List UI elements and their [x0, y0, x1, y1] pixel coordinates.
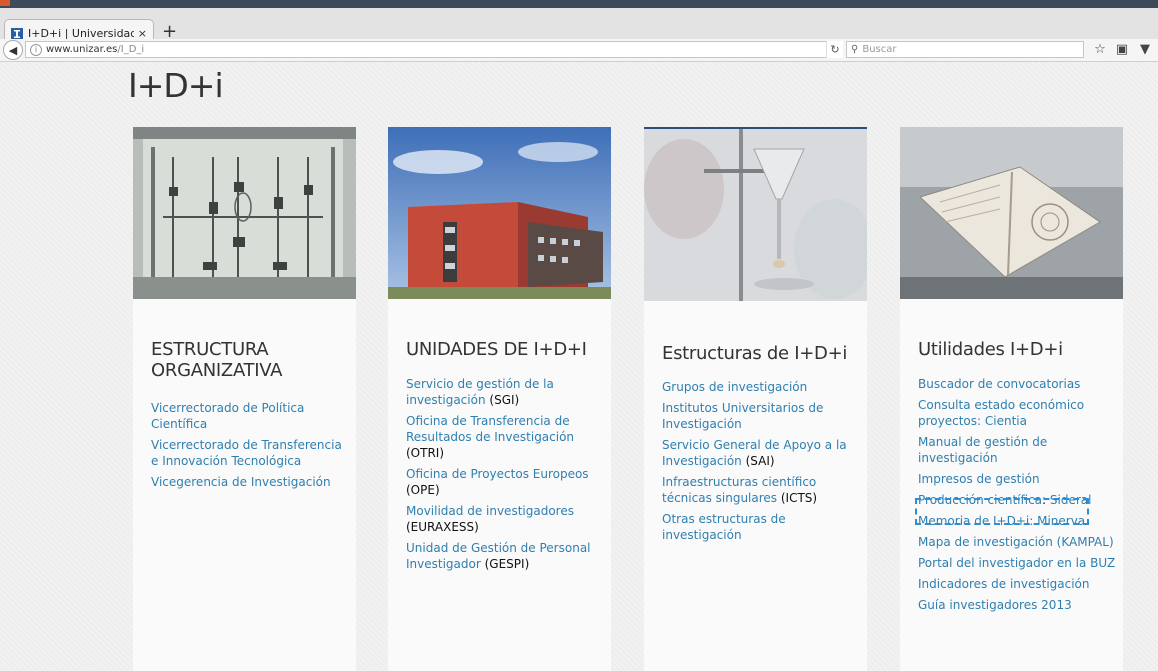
list-item[interactable]: Movilidad de investigadores (EURAXESS) [406, 503, 606, 535]
list-item[interactable]: Manual de gestión de investigación [918, 434, 1118, 466]
link[interactable]: Vicerrectorado de Política Científica [151, 401, 304, 431]
link-suffix: (GESPI) [480, 557, 530, 571]
list-item[interactable]: Buscador de convocatorias [918, 376, 1118, 392]
card-utilidades: Utilidades I+D+i Buscador de convocatori… [900, 127, 1123, 671]
list-item[interactable]: Oficina de Transferencia de Resultados d… [406, 413, 606, 461]
url-bar[interactable]: i www.unizar.es/I_D_i [25, 41, 840, 58]
bookmark-star-icon[interactable]: ☆ [1092, 42, 1108, 58]
link[interactable]: Portal del investigador en la BUZ [918, 556, 1115, 570]
url-domain: www.unizar.es [46, 44, 118, 55]
link-suffix: (OPE) [406, 483, 440, 497]
window-top-strip [0, 0, 1158, 8]
link[interactable]: Buscador de convocatorias [918, 377, 1080, 391]
lab-glassware-photo [133, 127, 356, 299]
list-item[interactable]: Memoria de I+D+i: Minerva [918, 513, 1118, 529]
link[interactable]: Grupos de investigación [662, 380, 807, 394]
list-item[interactable]: Servicio de gestión de la investigación … [406, 376, 606, 408]
list-item[interactable]: Indicadores de investigación [918, 576, 1118, 592]
list-item[interactable]: Portal del investigador en la BUZ [918, 555, 1118, 571]
list-item[interactable]: Consulta estado económico proyectos: Cie… [918, 397, 1118, 429]
link[interactable]: Servicio de gestión de la investigación [406, 377, 554, 407]
unizar-favicon-icon [11, 27, 23, 40]
card-heading: UNIDADES DE I+D+I [406, 339, 587, 360]
card-heading: ESTRUCTURA ORGANIZATIVA [151, 339, 283, 381]
list-item[interactable]: Oficina de Proyectos Europeos (OPE) [406, 466, 606, 498]
link-list: Vicerrectorado de Política Científica Vi… [151, 400, 351, 495]
list-item[interactable]: Impresos de gestión [918, 471, 1118, 487]
list-item[interactable]: Vicerrectorado de Política Científica [151, 400, 351, 432]
card-unidades: UNIDADES DE I+D+I Servicio de gestión de… [388, 127, 611, 671]
link[interactable]: Vicerrectorado de Transferencia e Innova… [151, 438, 342, 468]
search-placeholder: Buscar [862, 44, 897, 55]
list-item[interactable]: Vicerrectorado de Transferencia e Innova… [151, 437, 351, 469]
list-item[interactable]: Grupos de investigación [662, 379, 862, 395]
link-suffix: (ICTS) [777, 491, 818, 505]
back-arrow-icon[interactable]: ◀ [3, 40, 23, 60]
list-item[interactable]: Servicio General de Apoyo a la Investiga… [662, 437, 862, 469]
link[interactable]: Manual de gestión de investigación [918, 435, 1047, 465]
page-title: I+D+i [128, 66, 224, 105]
list-item[interactable]: Producción científica: Sideral [918, 492, 1118, 508]
search-icon: ⚲ [851, 44, 859, 55]
link[interactable]: Guía investigadores 2013 [918, 598, 1072, 612]
link[interactable]: Indicadores de investigación [918, 577, 1090, 591]
url-path: /I_D_i [117, 44, 145, 55]
old-book-photo [900, 127, 1123, 299]
link[interactable]: Institutos Universitarios de Investigaci… [662, 401, 823, 431]
search-bar[interactable]: ⚲ Buscar [846, 41, 1084, 58]
link-suffix: (SGI) [485, 393, 520, 407]
card-estructuras: Estructuras de I+D+i Grupos de investiga… [644, 127, 867, 671]
card-estructura-organizativa: ESTRUCTURA ORGANIZATIVA Vicerrectorado d… [133, 127, 356, 671]
list-item[interactable]: Unidad de Gestión de Personal Investigad… [406, 540, 606, 572]
list-item[interactable]: Guía investigadores 2013 [918, 597, 1118, 613]
list-item[interactable]: Vicegerencia de Investigación [151, 474, 351, 490]
list-item[interactable]: Institutos Universitarios de Investigaci… [662, 400, 862, 432]
link[interactable]: Oficina de Transferencia de Resultados d… [406, 414, 574, 444]
library-icon[interactable]: ▣ [1114, 42, 1130, 58]
link-suffix: (SAI) [741, 454, 775, 468]
link[interactable]: Impresos de gestión [918, 472, 1040, 486]
link-suffix: (EURAXESS) [406, 520, 479, 534]
pocket-icon[interactable]: ▼ [1137, 42, 1153, 58]
link[interactable]: Vicegerencia de Investigación [151, 475, 331, 489]
list-item[interactable]: Infraestructuras científico técnicas sin… [662, 474, 862, 506]
link[interactable]: Consulta estado económico proyectos: Cie… [918, 398, 1084, 428]
link-suffix: (OTRI) [406, 446, 445, 460]
lab-stand-photo [644, 129, 867, 301]
university-building-photo [388, 127, 611, 299]
link[interactable]: Otras estructuras de investigación [662, 512, 786, 542]
list-item[interactable]: Mapa de investigación (KAMPAL) [918, 534, 1118, 550]
link[interactable]: Mapa de investigación (KAMPAL) [918, 535, 1114, 549]
firefox-menu-accent[interactable] [0, 0, 10, 6]
tab-bar: I+D+i | Universidad de ... × + [0, 8, 1158, 47]
navigation-toolbar: ◀ i www.unizar.es/I_D_i ↻ ⚲ Buscar ☆ ▣ ▼ [0, 39, 1158, 62]
link[interactable]: Movilidad de investigadores [406, 504, 574, 518]
card-heading: Estructuras de I+D+i [662, 343, 848, 364]
link-list: Servicio de gestión de la investigación … [406, 376, 606, 577]
link-list: Grupos de investigación Institutos Unive… [662, 379, 862, 548]
card-heading: Utilidades I+D+i [918, 339, 1063, 360]
site-info-icon[interactable]: i [30, 43, 42, 56]
link[interactable]: Sideral [1050, 493, 1092, 507]
link-list: Buscador de convocatorias Consulta estad… [918, 376, 1118, 618]
link-suffix: : [1042, 493, 1050, 507]
link[interactable]: Producción científica [918, 493, 1042, 507]
list-item[interactable]: Otras estructuras de investigación [662, 511, 862, 543]
reload-icon[interactable]: ↻ [826, 41, 843, 58]
link[interactable]: Oficina de Proyectos Europeos [406, 467, 589, 481]
link[interactable]: Memoria de I+D+i: Minerva [918, 514, 1085, 528]
